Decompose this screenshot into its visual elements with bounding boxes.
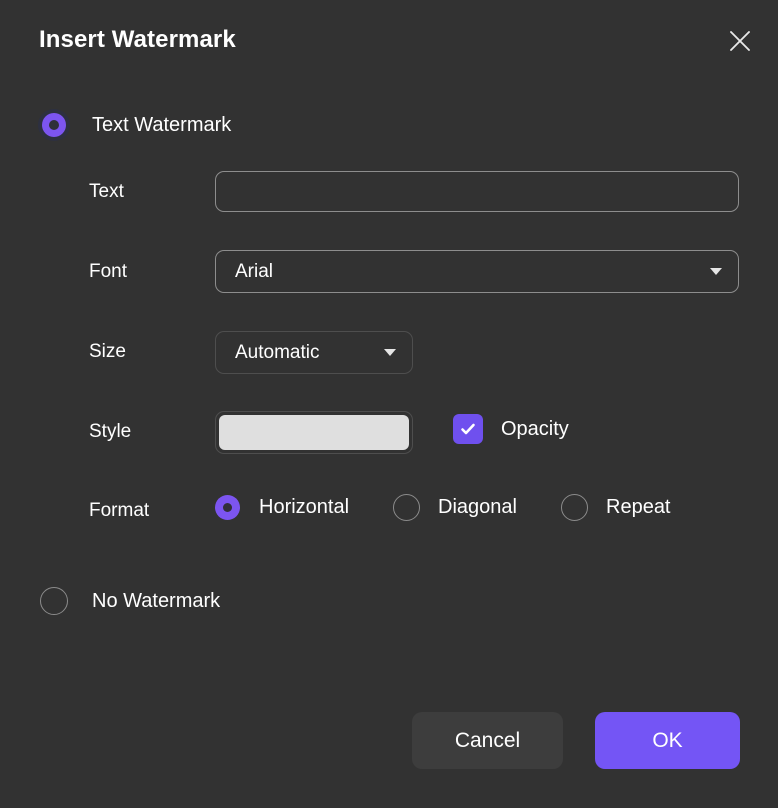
- page-title: Insert Watermark: [39, 26, 236, 53]
- radio-option-repeat[interactable]: Repeat: [560, 493, 671, 521]
- opacity-checkbox-row[interactable]: Opacity: [453, 414, 569, 444]
- opacity-checkbox[interactable]: [453, 414, 483, 444]
- font-field-label: Font: [89, 261, 128, 282]
- opacity-label: Opacity: [501, 417, 569, 440]
- radio-option-diagonal[interactable]: Diagonal: [392, 493, 517, 521]
- format-radio-group: Horizontal Diagonal Repeat: [214, 493, 671, 521]
- size-field-label: Size: [89, 341, 126, 362]
- radio-label-text-watermark: Text Watermark: [92, 113, 232, 136]
- size-dropdown[interactable]: Automatic: [215, 331, 413, 374]
- style-color-swatch: [219, 415, 409, 450]
- insert-watermark-dialog: Insert Watermark Text Watermark Text Fon…: [0, 0, 778, 808]
- radio-icon-repeat[interactable]: [560, 493, 588, 521]
- dialog-footer: Cancel OK: [0, 712, 778, 808]
- style-field-label: Style: [89, 421, 132, 442]
- radio-icon-horizontal[interactable]: [214, 494, 240, 520]
- format-field-label: Format: [89, 500, 150, 521]
- text-field-label: Text: [89, 181, 124, 202]
- size-dropdown-value: Automatic: [235, 341, 320, 363]
- radio-icon-text-watermark[interactable]: [38, 109, 70, 141]
- chevron-down-icon: [710, 268, 722, 275]
- chevron-down-icon: [384, 349, 396, 356]
- radio-icon-diagonal[interactable]: [392, 493, 420, 521]
- font-dropdown[interactable]: Arial: [215, 250, 739, 293]
- checkmark-icon: [459, 420, 477, 438]
- close-button[interactable]: [721, 22, 759, 60]
- close-icon: [729, 30, 751, 52]
- radio-option-no-watermark[interactable]: No Watermark: [38, 585, 220, 617]
- font-dropdown-value: Arial: [235, 260, 274, 282]
- style-color-picker[interactable]: [215, 411, 413, 454]
- radio-option-text-watermark[interactable]: Text Watermark: [38, 109, 231, 141]
- radio-icon-no-watermark[interactable]: [38, 585, 70, 617]
- dialog-header: Insert Watermark: [0, 0, 778, 82]
- ok-button[interactable]: OK: [595, 712, 740, 769]
- cancel-button[interactable]: Cancel: [412, 712, 563, 769]
- radio-label-horizontal: Horizontal: [259, 495, 350, 518]
- radio-label-diagonal: Diagonal: [438, 495, 517, 518]
- watermark-text-input[interactable]: [215, 171, 739, 212]
- radio-label-repeat: Repeat: [606, 495, 671, 518]
- radio-label-no-watermark: No Watermark: [92, 589, 221, 612]
- radio-option-horizontal[interactable]: Horizontal: [214, 494, 349, 520]
